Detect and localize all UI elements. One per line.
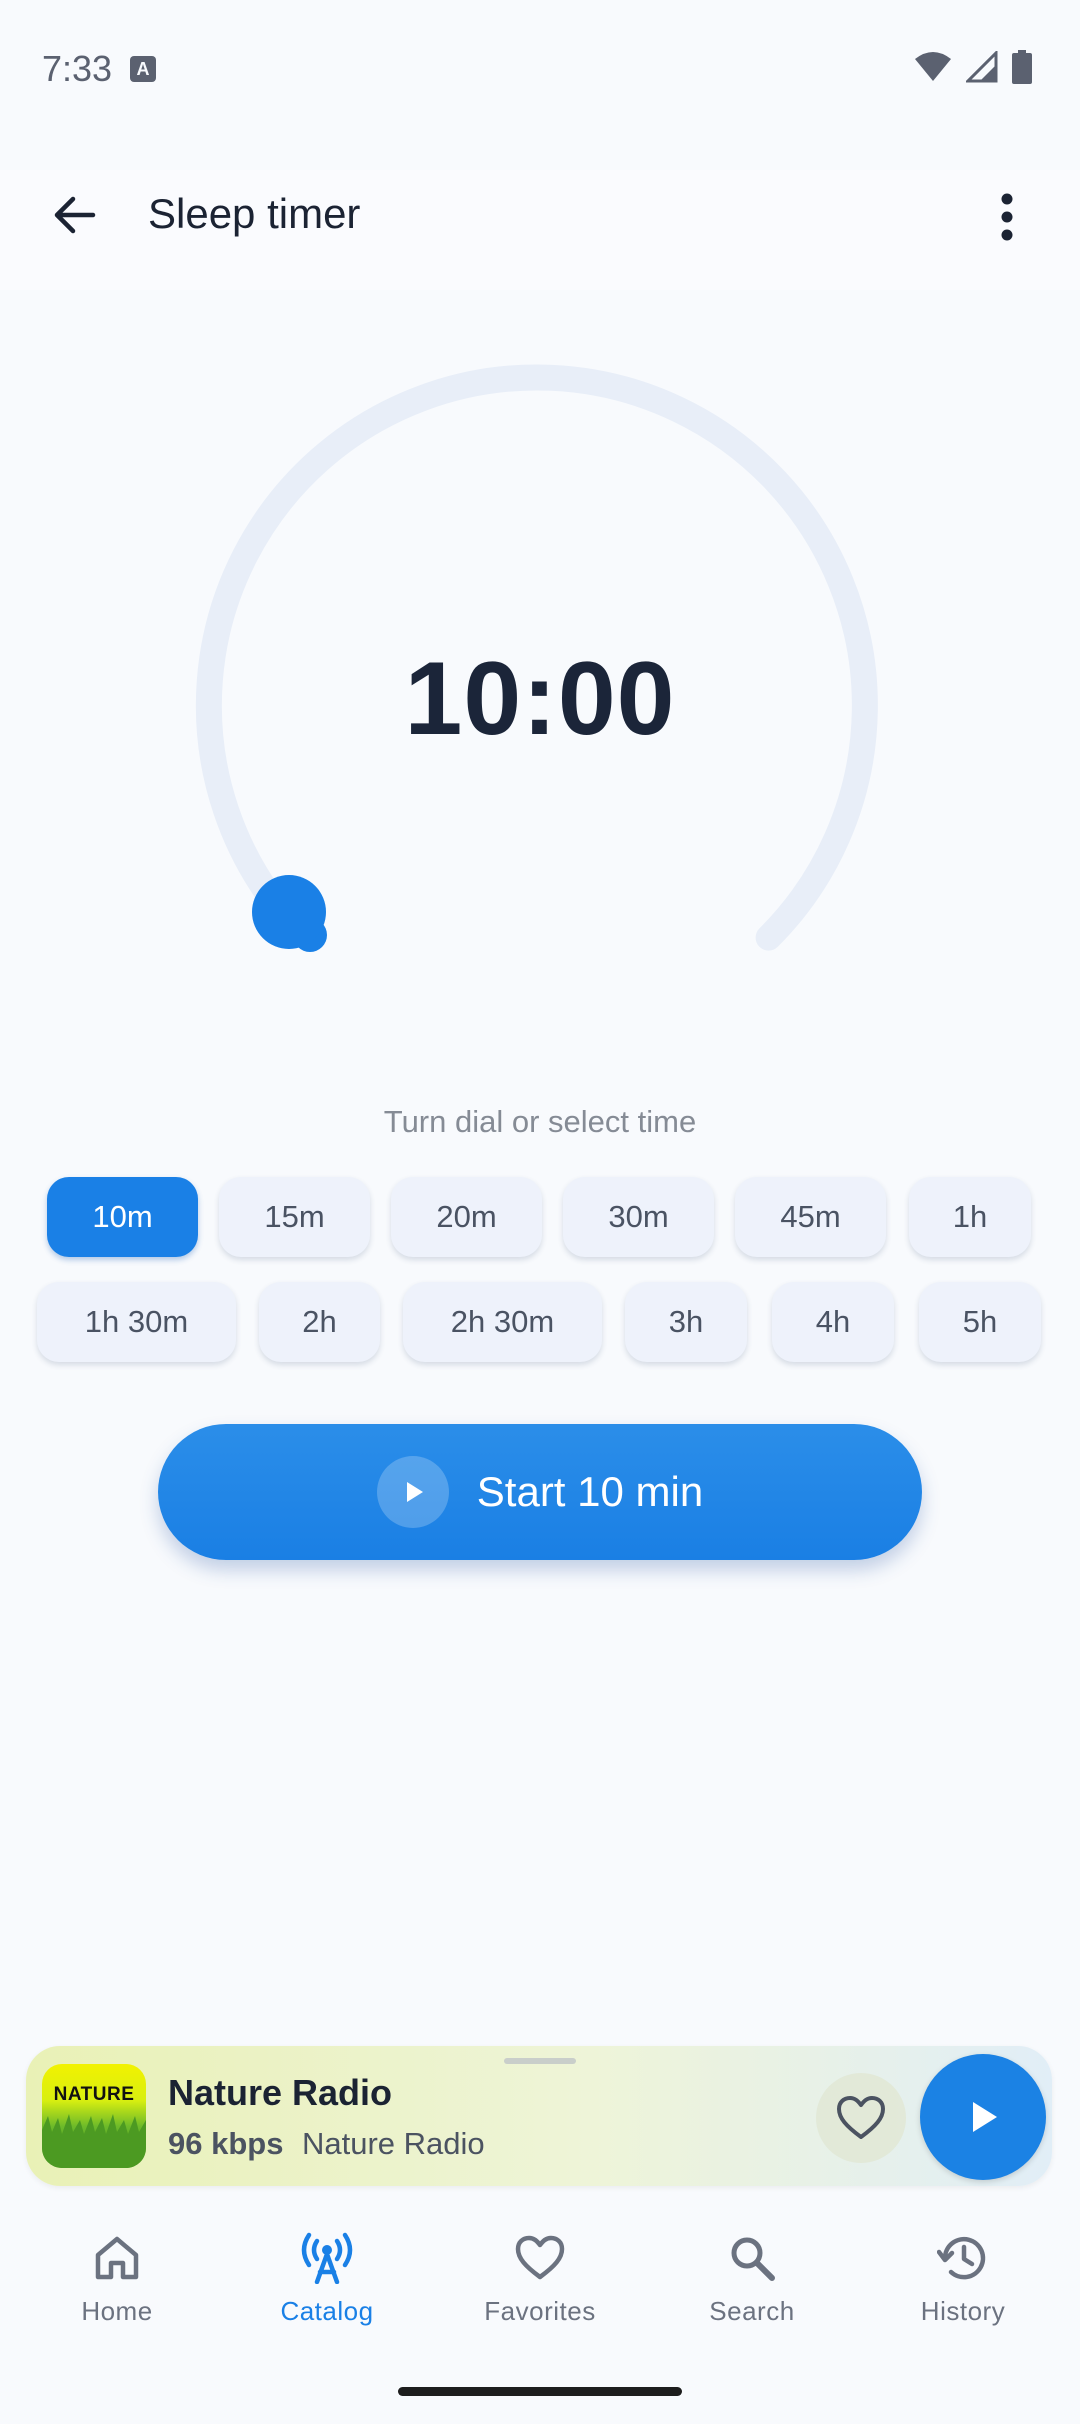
preset-chip-1h[interactable]: 1h	[909, 1177, 1031, 1257]
preset-chip-5h[interactable]: 5h	[919, 1282, 1041, 1362]
play-icon	[973, 2102, 997, 2132]
dial-hint: Turn dial or select time	[383, 1104, 697, 1139]
preset-chip-2h-30m[interactable]: 2h 30m	[403, 1282, 602, 1362]
nav-label-favorites: Favorites	[484, 2296, 596, 2326]
station-bitrate: 96 kbps	[168, 2126, 284, 2161]
preset-chip-2h[interactable]: 2h	[259, 1282, 380, 1362]
more-vert-icon	[1001, 193, 1013, 241]
dial-handle[interactable]	[252, 875, 326, 949]
nav-label-catalog: Catalog	[280, 2296, 374, 2326]
battery-icon	[1012, 50, 1032, 84]
arrow-back-icon	[54, 196, 96, 234]
preset-chip-45m[interactable]: 45m	[735, 1177, 886, 1257]
station-subtitle: Nature Radio	[302, 2126, 485, 2161]
nav-item-favorites[interactable]: Favorites	[440, 2226, 640, 2327]
start-button-label: Start 10 min	[476, 1468, 704, 1515]
preset-chip-10m[interactable]: 10m	[47, 1177, 198, 1257]
artwork-label: NATURE	[53, 2084, 135, 2105]
nav-item-home[interactable]: Home	[17, 2226, 217, 2327]
timer-display: 10:00	[404, 641, 676, 757]
nav-item-catalog[interactable]: Catalog	[227, 2226, 427, 2327]
station-name: Nature Radio	[168, 2072, 393, 2113]
preset-chip-3h[interactable]: 3h	[625, 1282, 747, 1362]
station-artwork: NATURE	[42, 2064, 146, 2168]
heart-outline-icon	[515, 2235, 565, 2280]
nav-item-history[interactable]: History	[863, 2226, 1063, 2327]
back-button[interactable]	[40, 180, 110, 250]
status-time: 7:33	[42, 48, 113, 89]
signal-icon	[966, 51, 998, 83]
preset-chip-15m[interactable]: 15m	[219, 1177, 370, 1257]
play-icon	[376, 1456, 449, 1528]
gesture-bar[interactable]	[398, 2387, 682, 2396]
search-icon	[731, 2237, 775, 2281]
preset-chip-4h[interactable]: 4h	[772, 1282, 894, 1362]
radio-tower-icon	[301, 2232, 353, 2284]
preset-chip-1h-30m[interactable]: 1h 30m	[37, 1282, 236, 1362]
status-icons	[914, 50, 1032, 84]
wifi-icon	[915, 52, 951, 81]
nav-item-search[interactable]: Search	[652, 2226, 852, 2327]
history-icon	[937, 2236, 986, 2280]
preset-chip-20m[interactable]: 20m	[391, 1177, 542, 1257]
page-title: Sleep timer	[148, 190, 361, 237]
nav-label-search: Search	[709, 2296, 795, 2326]
favorite-button[interactable]	[816, 2073, 906, 2163]
drag-handle[interactable]	[504, 2058, 576, 2064]
preset-chip-30m[interactable]: 30m	[563, 1177, 714, 1257]
more-options-button[interactable]	[972, 182, 1042, 252]
nav-label-home: Home	[81, 2296, 153, 2326]
player-play-button[interactable]	[920, 2054, 1046, 2180]
start-timer-button[interactable]: Start 10 min	[158, 1424, 922, 1560]
heart-outline-icon	[837, 2096, 885, 2139]
keyboard-a-icon: A	[130, 56, 156, 82]
home-icon	[95, 2236, 139, 2280]
nav-label-history: History	[920, 2296, 1006, 2326]
